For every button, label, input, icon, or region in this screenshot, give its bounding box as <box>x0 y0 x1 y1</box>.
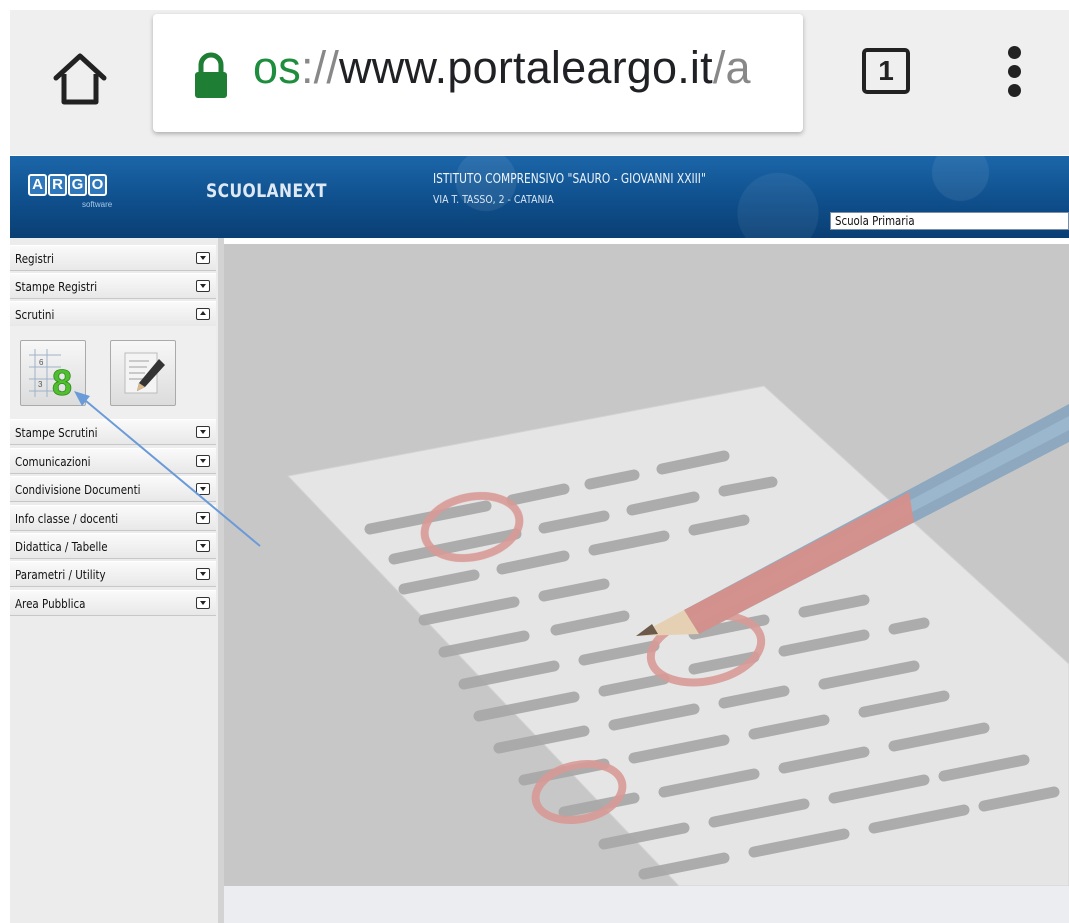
collapse-icon[interactable] <box>196 308 210 320</box>
sidebar-item-label: Scrutini <box>15 308 55 322</box>
grid-digit: 6 <box>39 358 44 367</box>
expand-icon[interactable] <box>196 426 210 438</box>
sidebar-item-label: Stampe Scrutini <box>15 426 98 440</box>
sidebar-item-info-classe-docenti[interactable]: Info classe / docenti <box>10 505 216 531</box>
logo-letter: G <box>68 174 87 196</box>
logo-subtitle: software <box>82 200 113 209</box>
sidebar-item-label: Stampe Registri <box>15 280 98 294</box>
expand-icon[interactable] <box>196 455 210 467</box>
sidebar-item-label: Info classe / docenti <box>15 512 119 526</box>
grid-digit: 3 <box>38 380 43 389</box>
argo-logo: ARGO software <box>28 174 112 209</box>
sidebar-item-scrutini[interactable]: Scrutini <box>10 301 216 327</box>
url-scheme: os <box>253 42 301 93</box>
address-bar[interactable]: os://www.portaleargo.it/a <box>153 14 803 132</box>
pencil-paper-icon <box>124 352 165 394</box>
sidebar-item-parametri-utility[interactable]: Parametri / Utility <box>10 561 216 587</box>
sidebar-item-label: Comunicazioni <box>15 455 91 469</box>
school-type-select[interactable]: Scuola Primaria <box>830 212 1069 230</box>
url-separator: :// <box>300 42 340 93</box>
expand-icon[interactable] <box>196 540 210 552</box>
expand-icon[interactable] <box>196 252 210 264</box>
sidebar-item-condivisione-documenti[interactable]: Condivisione Documenti <box>10 476 216 502</box>
expand-icon[interactable] <box>196 568 210 580</box>
document-illustration <box>287 385 1069 886</box>
expand-icon[interactable] <box>196 483 210 495</box>
main-content <box>224 244 1069 886</box>
expand-icon[interactable] <box>196 280 210 292</box>
app-header: ARGO software SCUOLANEXT ISTITUTO COMPRE… <box>10 156 1069 238</box>
home-icon[interactable] <box>50 48 130 118</box>
sidebar: Registri Stampe Registri Scrutini 6 3 8 <box>10 238 224 923</box>
tab-switcher-button[interactable]: 1 <box>862 48 910 94</box>
logo-letter: A <box>28 174 47 196</box>
tab-count: 1 <box>878 55 894 86</box>
sidebar-item-didattica-tabelle[interactable]: Didattica / Tabelle <box>10 533 216 559</box>
lock-icon <box>193 52 229 100</box>
sidebar-item-stampe-scrutini[interactable]: Stampe Scrutini <box>10 419 216 445</box>
scrutini-tools-panel: 6 3 8 <box>10 326 216 419</box>
sidebar-item-label: Area Pubblica <box>15 597 86 611</box>
more-options-icon[interactable] <box>1002 46 1026 106</box>
sidebar-item-label: Parametri / Utility <box>15 568 106 582</box>
edit-notes-button[interactable] <box>110 340 176 406</box>
logo-letter: O <box>88 174 107 196</box>
sidebar-item-label: Didattica / Tabelle <box>15 540 108 554</box>
school-type-value: Scuola Primaria <box>835 214 915 228</box>
url-host: www.portaleargo.it <box>339 42 713 93</box>
url-path: /a <box>712 42 751 93</box>
sidebar-item-label: Condivisione Documenti <box>15 483 141 497</box>
grades-grid-icon: 6 3 8 <box>29 349 72 403</box>
school-address: VIA T. TASSO, 2 - CATANIA <box>433 193 554 206</box>
sidebar-item-comunicazioni[interactable]: Comunicazioni <box>10 448 216 474</box>
url-text: os://www.portaleargo.it/a <box>253 42 751 94</box>
grades-entry-button[interactable]: 6 3 8 <box>20 340 86 406</box>
sidebar-item-area-pubblica[interactable]: Area Pubblica <box>10 590 216 616</box>
product-name: SCUOLANEXT <box>206 180 327 202</box>
browser-toolbar: os://www.portaleargo.it/a 1 <box>10 10 1069 155</box>
grade-digit: 8 <box>52 362 72 403</box>
school-name: ISTITUTO COMPRENSIVO "SAURO - GIOVANNI X… <box>433 172 706 187</box>
expand-icon[interactable] <box>196 512 210 524</box>
sidebar-item-registri[interactable]: Registri <box>10 245 216 271</box>
sidebar-item-label: Registri <box>15 252 55 266</box>
sidebar-item-stampe-registri[interactable]: Stampe Registri <box>10 273 216 299</box>
content-footer <box>224 886 1069 923</box>
logo-letter: R <box>48 174 67 196</box>
expand-icon[interactable] <box>196 597 210 609</box>
